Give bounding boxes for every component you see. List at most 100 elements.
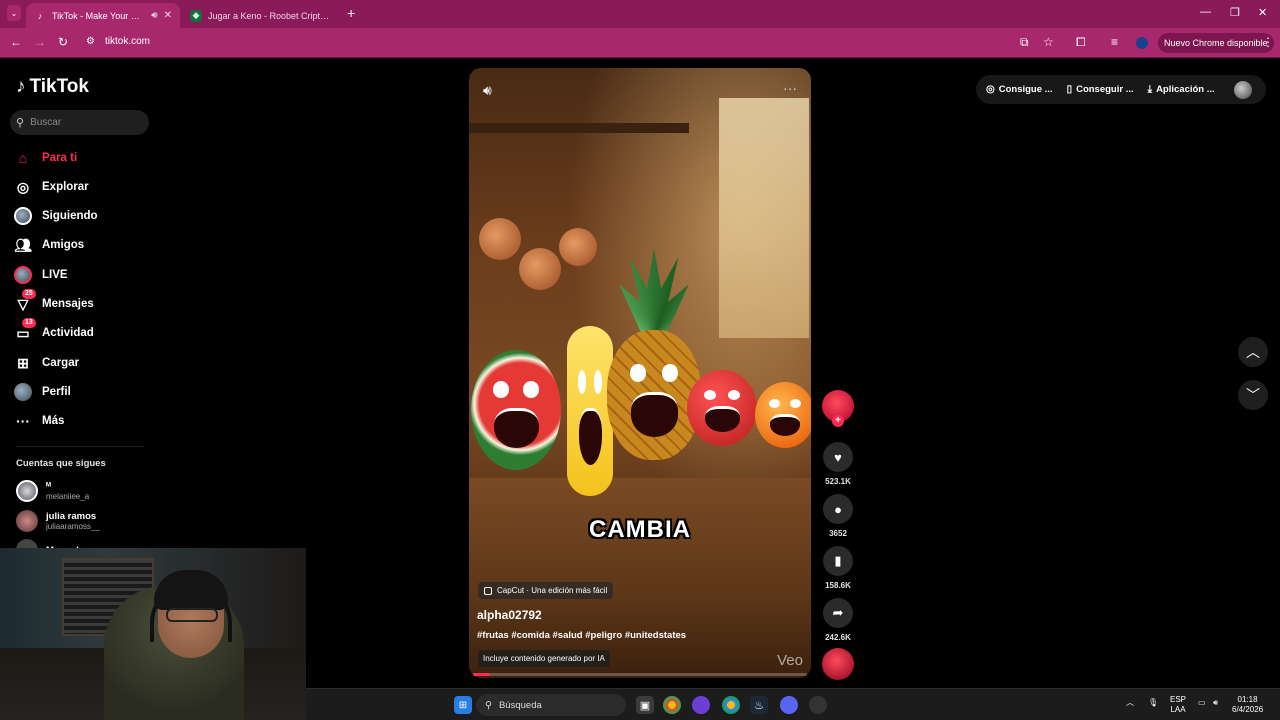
video-description[interactable]: #frutas #comida #salud #peligro #uniteds… bbox=[477, 630, 686, 641]
user-avatar[interactable] bbox=[1234, 81, 1252, 99]
following-avatar-icon bbox=[14, 207, 32, 225]
activity-badge: 13 bbox=[22, 318, 36, 328]
reload-icon[interactable]: ↻ bbox=[58, 35, 68, 49]
media-control-icon[interactable]: ≡ bbox=[1111, 35, 1118, 49]
get-app-button[interactable]: ▯ Conseguir ... bbox=[1067, 84, 1134, 95]
taskbar-search-label: Búsqueda bbox=[498, 699, 542, 711]
tiktok-sidebar: ♪ TikTok ⚲ Buscar ⌂ Para ti ◎ Explorar S… bbox=[0, 58, 170, 561]
pill-label: Conseguir ... bbox=[1076, 84, 1134, 95]
video-player[interactable]: 🔊︎ ··· CAMBIA CapCut · Una edición más f… bbox=[469, 68, 811, 678]
account-name: ᴹ bbox=[46, 481, 51, 492]
tray-chevron-icon[interactable]: ︿ bbox=[1126, 698, 1134, 708]
search-input[interactable]: ⚲ Buscar bbox=[10, 110, 149, 135]
previous-video-button[interactable]: ︿ bbox=[1238, 337, 1268, 367]
search-icon: ⚲ bbox=[485, 699, 492, 711]
network-icon[interactable]: ▭ bbox=[1198, 698, 1206, 708]
nav-activity[interactable]: ▭ 13 Actividad bbox=[14, 318, 94, 344]
close-window-icon[interactable]: ✕ bbox=[1258, 6, 1267, 19]
nav-more[interactable]: ··· Más bbox=[14, 410, 64, 432]
chrome-icon[interactable] bbox=[663, 696, 681, 714]
site-info-icon[interactable]: ⚙ bbox=[86, 36, 95, 47]
chrome-profile-icon[interactable] bbox=[722, 696, 740, 714]
capcut-label: CapCut · Una edición más fácil bbox=[497, 586, 608, 595]
windows-start-icon[interactable]: ⊞ bbox=[454, 696, 472, 714]
audio-icon[interactable]: 🔊︎ bbox=[151, 10, 157, 21]
capcut-tag[interactable]: CapCut · Una edición más fácil bbox=[478, 582, 614, 599]
lang-top: ESP bbox=[1170, 695, 1187, 704]
tab-roobet[interactable]: ◆ Jugar a Keno - Roobet Cripto C bbox=[182, 3, 342, 28]
next-video-button[interactable]: ﹀ bbox=[1238, 380, 1268, 410]
save-button[interactable]: ▮ 158.6K bbox=[821, 546, 855, 590]
video-scene-window bbox=[719, 98, 809, 338]
comment-button[interactable]: ● 3652 bbox=[821, 494, 855, 538]
video-scene-shelf bbox=[469, 123, 689, 133]
app-icon[interactable] bbox=[692, 696, 710, 714]
address-bar[interactable]: tiktok.com bbox=[105, 36, 150, 47]
get-coins-button[interactable]: ◎ Consigue ... bbox=[986, 84, 1053, 95]
share-count: 242.6K bbox=[825, 633, 851, 642]
nav-explore[interactable]: ◎ Explorar bbox=[14, 176, 89, 198]
close-tab-icon[interactable]: ✕ bbox=[164, 10, 172, 21]
nav-following[interactable]: Siguiendo bbox=[14, 205, 98, 227]
extensions-icon[interactable]: ⧠ bbox=[1076, 35, 1086, 50]
volume-icon[interactable]: 🔊︎ bbox=[483, 82, 492, 99]
like-count: 523.1K bbox=[825, 477, 851, 486]
nav-messages[interactable]: ▽ 25 Mensajes bbox=[14, 289, 94, 315]
search-icon: ⚲ bbox=[16, 117, 25, 129]
nav-for-you[interactable]: ⌂ Para ti bbox=[14, 147, 77, 169]
nav-profile[interactable]: Perfil bbox=[14, 381, 71, 403]
activity-icon: ▭ 13 bbox=[14, 318, 36, 342]
pineapple-leaves bbox=[619, 248, 689, 338]
banana-character bbox=[567, 326, 613, 496]
nav-friends[interactable]: 👥︎ Amigos bbox=[14, 234, 84, 256]
nav-label: LIVE bbox=[42, 269, 68, 281]
maximize-icon[interactable]: ❐ bbox=[1230, 6, 1240, 19]
lang-bottom: LAA bbox=[1170, 705, 1186, 714]
nav-live[interactable]: LIVE bbox=[14, 264, 68, 286]
tiktok-logo[interactable]: ♪ TikTok bbox=[16, 76, 89, 98]
install-app-icon[interactable]: ⧉ bbox=[1020, 35, 1029, 50]
task-view-icon[interactable]: ▣ bbox=[636, 696, 654, 714]
video-progress-bar[interactable] bbox=[473, 673, 807, 676]
nav-label: Más bbox=[42, 415, 65, 427]
taskbar-search[interactable]: ⚲ Búsqueda bbox=[476, 694, 626, 716]
following-account[interactable]: julia ramos juliaaramoss__ bbox=[16, 510, 100, 532]
compass-icon: ◎ bbox=[16, 178, 30, 195]
account-name: julia ramos bbox=[46, 511, 97, 522]
follow-plus-icon[interactable]: + bbox=[832, 415, 844, 427]
webcam-overlay bbox=[0, 548, 306, 720]
comment-icon: ● bbox=[823, 494, 853, 524]
tab-search-button[interactable]: ⌄ bbox=[7, 5, 21, 21]
profile-avatar-icon[interactable] bbox=[1136, 37, 1148, 49]
video-more-icon[interactable]: ··· bbox=[783, 80, 797, 96]
back-icon[interactable]: ← bbox=[10, 35, 22, 49]
language-indicator[interactable]: ESP LAA bbox=[1170, 695, 1186, 715]
following-account[interactable]: ᴹ melaniiee_a bbox=[16, 480, 89, 502]
desktop-app-button[interactable]: ⤓ Aplicación ... bbox=[1148, 84, 1215, 95]
microphone-icon[interactable]: 🎙︎ bbox=[1148, 698, 1158, 708]
like-button[interactable]: ♥ 523.1K bbox=[821, 442, 855, 486]
avatar bbox=[16, 480, 38, 502]
share-button[interactable]: ➦ 242.6K bbox=[821, 598, 855, 642]
menu-kebab-icon[interactable]: ⋮ bbox=[1262, 35, 1274, 49]
video-author[interactable]: alpha02792 bbox=[477, 608, 542, 622]
ai-content-label[interactable]: Incluye contenido generado por IA bbox=[478, 650, 610, 667]
capcut-icon bbox=[484, 586, 492, 595]
home-icon: ⌂ bbox=[18, 150, 28, 166]
clock[interactable]: 01:18 6/4/2026 bbox=[1232, 695, 1263, 715]
windows-taskbar: ⊞ ⚲ Búsqueda ▣ ♨ ︿ 🎙︎ ESP LAA ▭ 🔊︎ 01:18… bbox=[306, 688, 1280, 720]
discord-icon[interactable] bbox=[780, 696, 798, 714]
new-tab-button[interactable]: + bbox=[347, 5, 355, 21]
minimize-icon[interactable]: — bbox=[1200, 6, 1211, 18]
roobet-favicon-icon: ◆ bbox=[190, 9, 202, 22]
app-icon[interactable] bbox=[809, 696, 827, 714]
tab-tiktok[interactable]: ♪ TikTok - Make Your Day 🔊︎ ✕ bbox=[26, 3, 180, 28]
sound-disc-icon[interactable] bbox=[822, 648, 854, 680]
forward-icon[interactable]: → bbox=[34, 35, 46, 49]
nav-upload[interactable]: ⊞ Cargar bbox=[14, 352, 79, 374]
bookmark-star-icon[interactable]: ☆ bbox=[1043, 35, 1054, 49]
steam-icon[interactable]: ♨ bbox=[750, 696, 768, 714]
account-handle: juliaaramoss__ bbox=[46, 522, 100, 531]
volume-icon[interactable]: 🔊︎ bbox=[1213, 698, 1218, 708]
chrome-update-button[interactable]: Nuevo Chrome disponible bbox=[1158, 33, 1274, 53]
